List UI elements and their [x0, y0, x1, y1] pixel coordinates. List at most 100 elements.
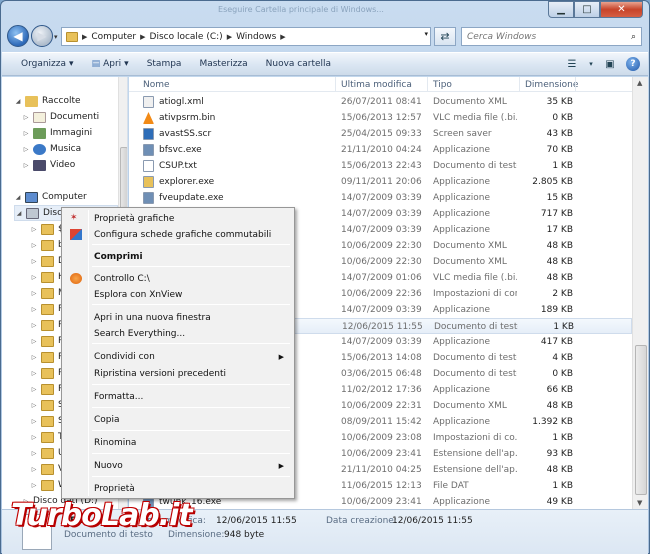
expand-icon[interactable]: ▷	[30, 434, 38, 441]
file-row[interactable]: atiogl.xml 26/07/2011 08:41 Documento XML 3…	[129, 94, 632, 110]
nav-computer[interactable]: ◢ Computer	[14, 189, 87, 205]
file-size: 48 KB	[546, 273, 573, 283]
nav-music[interactable]: ▷ Musica	[22, 141, 81, 157]
menu-item-new[interactable]: Nuovo ▶	[64, 457, 292, 474]
nav-libraries[interactable]: ◢ Raccolte	[14, 93, 81, 109]
expand-icon[interactable]: ▷	[30, 242, 38, 249]
address-dropdown-icon[interactable]: ▾	[424, 30, 428, 38]
file-list-scrollbar-thumb[interactable]	[635, 345, 647, 495]
scroll-up-icon[interactable]: ▲	[637, 79, 642, 87]
scroll-down-icon[interactable]: ▼	[637, 499, 642, 507]
menu-item-share-with[interactable]: Condividi con ▶	[64, 348, 292, 365]
expand-icon[interactable]: ▷	[30, 290, 38, 297]
file-type: Screen saver	[433, 129, 492, 139]
expand-icon[interactable]: ▷	[30, 354, 38, 361]
expand-icon[interactable]: ▷	[30, 466, 38, 473]
recent-pages-dropdown[interactable]: ▾	[54, 33, 58, 41]
file-name: explorer.exe	[159, 177, 215, 187]
menu-separator	[92, 384, 290, 385]
collapse-icon[interactable]: ◢	[14, 194, 22, 201]
file-row[interactable]: CSUP.txt 15/06/2013 22:43 Documento di tes…	[129, 158, 632, 174]
collapse-icon[interactable]: ◢	[15, 210, 23, 217]
address-bar[interactable]: ▶ Computer ▶ Disco locale (C:) ▶ Windows…	[61, 27, 431, 46]
expand-icon[interactable]: ▷	[30, 418, 38, 425]
expand-icon[interactable]: ▷	[30, 370, 38, 377]
menu-item-restore-versions[interactable]: Ripristina versioni precedenti	[64, 365, 292, 382]
file-list-scrollbar[interactable]: ▲ ▼	[632, 77, 648, 509]
menu-item-graphics-properties[interactable]: ✶ Proprietà grafiche	[64, 210, 292, 227]
nav-label: Immagini	[50, 128, 93, 138]
menu-item-compress[interactable]: Comprimi	[64, 248, 292, 265]
breadcrumb-disk[interactable]: Disco locale (C:)	[146, 32, 227, 42]
file-name: bfsvc.exe	[159, 145, 202, 155]
back-button[interactable]: ◀	[7, 25, 29, 47]
menu-item-check-drive[interactable]: Controllo C:\	[64, 270, 292, 287]
refresh-button[interactable]: ⇄	[434, 27, 456, 46]
folder-icon	[41, 287, 54, 299]
file-row[interactable]: bfsvc.exe 21/11/2010 04:24 Applicazione 70 …	[129, 142, 632, 158]
expand-icon[interactable]: ▷	[22, 162, 30, 169]
file-modified: 03/06/2015 06:48	[341, 369, 422, 379]
folder-icon	[41, 255, 54, 267]
file-row[interactable]: explorer.exe 09/11/2011 20:06 Applicazione…	[129, 174, 632, 190]
expand-icon[interactable]: ▷	[22, 114, 30, 121]
preview-pane-icon[interactable]: ▣	[602, 56, 618, 72]
file-modified: 10/06/2009 22:31	[341, 401, 422, 411]
column-divider[interactable]	[427, 77, 428, 92]
menu-item-search-everything[interactable]: Search Everything...	[64, 325, 292, 342]
column-divider[interactable]	[519, 77, 520, 92]
search-input[interactable]	[467, 31, 617, 42]
search-icon[interactable]: ⌕	[631, 32, 636, 42]
expand-icon[interactable]: ▷	[30, 338, 38, 345]
file-row[interactable]: avastSS.scr 25/04/2015 09:33 Screen saver 4…	[129, 126, 632, 142]
column-header-type[interactable]: Tipo	[433, 80, 452, 90]
expand-icon[interactable]: ▷	[30, 274, 38, 281]
menu-item-properties[interactable]: Proprietà	[64, 480, 292, 497]
close-button[interactable]: ✕	[600, 1, 643, 18]
column-header-modified[interactable]: Ultima modifica	[341, 80, 412, 90]
chevron-right-icon[interactable]: ▶	[280, 33, 285, 41]
file-size: 1 KB	[553, 322, 574, 332]
forward-button[interactable]: ▶	[31, 25, 53, 47]
nav-documents[interactable]: ▷ Documenti	[22, 109, 99, 125]
file-row[interactable]: ativpsrm.bin 15/06/2013 12:57 VLC media fi…	[129, 110, 632, 126]
menu-item-switchable-graphics[interactable]: Configura schede grafiche commutabili	[64, 226, 292, 243]
expand-icon[interactable]: ◢	[14, 98, 22, 105]
column-header-name[interactable]: Nome	[143, 80, 170, 90]
breadcrumb-computer[interactable]: Computer	[87, 32, 140, 42]
expand-icon[interactable]: ▷	[30, 258, 38, 265]
print-button[interactable]: Stampa	[138, 59, 191, 69]
expand-icon[interactable]: ▷	[22, 146, 30, 153]
minimize-button[interactable]: ▁	[548, 1, 574, 18]
new-folder-button[interactable]: Nuova cartella	[257, 59, 340, 69]
expand-icon[interactable]: ▷	[22, 130, 30, 137]
menu-item-open-new-window[interactable]: Apri in una nuova finestra	[64, 309, 292, 326]
expand-icon[interactable]: ▷	[30, 386, 38, 393]
nav-video[interactable]: ▷ Video	[22, 157, 75, 173]
expand-icon[interactable]: ▷	[30, 226, 38, 233]
expand-icon[interactable]: ▷	[30, 402, 38, 409]
menu-separator	[92, 244, 290, 245]
column-divider[interactable]	[335, 77, 336, 92]
expand-icon[interactable]: ▷	[30, 322, 38, 329]
menu-item-copy[interactable]: Copia	[64, 411, 292, 428]
column-header-size[interactable]: Dimensione	[525, 80, 578, 90]
nav-pictures[interactable]: ▷ Immagini	[22, 125, 92, 141]
menu-item-rename[interactable]: Rinomina	[64, 434, 292, 451]
burn-button[interactable]: Masterizza	[190, 59, 256, 69]
expand-icon[interactable]: ▷	[30, 306, 38, 313]
view-options-icon[interactable]: ☰	[564, 56, 580, 72]
file-row[interactable]: fveupdate.exe 14/07/2009 03:39 Applicazion…	[129, 190, 632, 206]
expand-icon[interactable]: ▷	[30, 482, 38, 489]
menu-item-xnview[interactable]: Esplora con XnView	[64, 286, 292, 303]
maximize-button[interactable]: □	[574, 1, 600, 18]
help-icon[interactable]: ?	[626, 57, 640, 71]
organize-button[interactable]: Organizza ▾	[12, 59, 83, 69]
menu-separator	[92, 343, 290, 344]
column-divider[interactable]	[575, 77, 576, 92]
breadcrumb-windows[interactable]: Windows	[232, 32, 280, 42]
chevron-down-icon[interactable]: ▾	[588, 56, 594, 72]
menu-item-format[interactable]: Formatta...	[64, 388, 292, 405]
open-button[interactable]: ▤ Apri ▾	[83, 59, 138, 69]
expand-icon[interactable]: ▷	[30, 450, 38, 457]
